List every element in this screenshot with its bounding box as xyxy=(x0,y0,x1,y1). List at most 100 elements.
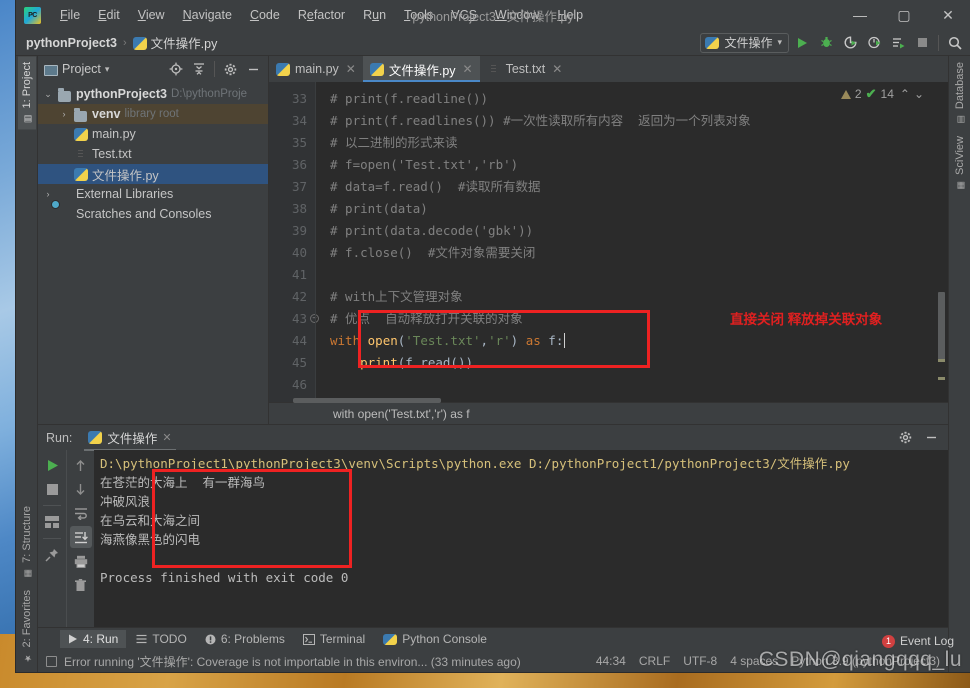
editor-breadcrumb-text[interactable]: with open('Test.txt','r') as f xyxy=(333,407,470,421)
menu-item-help[interactable]: Help xyxy=(548,5,592,25)
editor-tab-test-txt[interactable]: Test.txt ✕ xyxy=(480,56,570,82)
chevron-right-icon[interactable]: › xyxy=(42,189,54,199)
sidebar-item-favorites[interactable]: ★ 2: Favorites xyxy=(18,584,36,668)
close-icon[interactable]: ✕ xyxy=(552,62,562,76)
event-log-indicator[interactable]: 1 Event Log xyxy=(882,634,954,648)
menu-item-code[interactable]: Code xyxy=(241,5,289,25)
indent-setting[interactable]: 4 spaces xyxy=(730,654,778,668)
close-icon[interactable]: ✕ xyxy=(463,62,473,76)
close-icon[interactable]: ✕ xyxy=(346,62,356,76)
sidebar-item-sciview-label: SciView xyxy=(954,136,966,175)
bottom-tab-label: 6: Problems xyxy=(221,632,285,646)
sidebar-item-database[interactable]: ▥ Database xyxy=(951,56,969,130)
tree-row-main-py[interactable]: main.py xyxy=(38,124,268,144)
run-with-console-icon[interactable] xyxy=(887,33,909,53)
message-icon[interactable] xyxy=(46,656,57,667)
soft-wrap-icon[interactable] xyxy=(70,502,92,524)
scroll-to-end-icon[interactable] xyxy=(70,526,92,548)
file-encoding[interactable]: UTF-8 xyxy=(683,654,717,668)
down-arrow-icon[interactable] xyxy=(70,478,92,500)
settings-gear-icon[interactable] xyxy=(219,59,241,79)
up-arrow-icon[interactable] xyxy=(70,454,92,476)
bottom-tab-run[interactable]: 4: Run xyxy=(60,630,126,648)
run-coverage-icon[interactable] xyxy=(839,33,861,53)
sidebar-item-sciview[interactable]: ▦ SciView xyxy=(951,130,969,196)
close-icon[interactable]: ✕ xyxy=(162,431,171,444)
minimize-button[interactable]: — xyxy=(838,0,882,30)
tree-row-test-txt[interactable]: Test.txt xyxy=(38,144,268,164)
chevron-down-icon[interactable]: ▾ xyxy=(105,64,110,75)
bottom-tab-problems[interactable]: 6: Problems xyxy=(197,630,293,648)
tree-row-external-libraries[interactable]: › External Libraries xyxy=(38,184,268,204)
caret-position[interactable]: 44:34 xyxy=(596,654,626,668)
console-output-line: 在苍茫的大海上 有一群海鸟 xyxy=(100,473,948,492)
console-output-line: 海燕像黑色的闪电 xyxy=(100,530,948,549)
tree-row-pythonproject3[interactable]: ⌄ pythonProject3 D:\pythonProje xyxy=(38,84,268,104)
menu-item-edit[interactable]: Edit xyxy=(89,5,129,25)
menu-item-view[interactable]: View xyxy=(129,5,174,25)
run-console-output[interactable]: D:\pythonProject1\pythonProject3\venv\Sc… xyxy=(94,450,948,627)
project-panel-title: Project xyxy=(62,62,101,76)
trash-icon[interactable] xyxy=(70,574,92,596)
stop-icon[interactable] xyxy=(41,478,63,500)
editor-horizontal-scrollbar[interactable] xyxy=(269,397,501,403)
run-tab-wenjiancaozuo[interactable]: 文件操作 ✕ xyxy=(82,425,177,451)
chevron-right-icon[interactable]: › xyxy=(58,109,70,119)
breadcrumb-file[interactable]: 文件操作.py xyxy=(133,33,218,52)
line-separator[interactable]: CRLF xyxy=(639,654,670,668)
menu-item-tools[interactable]: Tools xyxy=(395,5,442,25)
prev-issue-icon[interactable]: ⌃ xyxy=(900,87,910,101)
tree-row-venv[interactable]: › venv library root xyxy=(38,104,268,124)
code-text-area[interactable]: # print(f.readline()) # print(f.readline… xyxy=(315,82,948,402)
menu-item-refactor[interactable]: Refactor xyxy=(289,5,354,25)
menu-item-navigate[interactable]: Navigate xyxy=(174,5,241,25)
breadcrumb-project[interactable]: pythonProject3 xyxy=(26,36,117,50)
line-number: 43− xyxy=(269,308,307,330)
code-editor[interactable]: 33 34 35 36 37 38 39 40 41 42 43− xyxy=(269,82,948,402)
hide-icon[interactable] xyxy=(242,59,264,79)
debug-icon[interactable] xyxy=(815,33,837,53)
editor-horizontal-scrollbar-thumb[interactable] xyxy=(293,398,441,403)
hide-icon[interactable] xyxy=(920,428,942,448)
menu-item-file[interactable]: File xyxy=(51,5,89,25)
inspection-widget[interactable]: 2 ✔ 14 ⌃ ⌄ xyxy=(841,86,924,102)
print-icon[interactable] xyxy=(70,550,92,572)
problems-icon xyxy=(205,634,216,645)
tree-label: Scratches and Consoles xyxy=(76,207,212,221)
layout-icon[interactable] xyxy=(41,511,63,533)
bottom-tab-python-console[interactable]: Python Console xyxy=(375,630,495,648)
bottom-tab-terminal[interactable]: Terminal xyxy=(295,630,373,648)
sidebar-item-project[interactable]: ▤ 1: Project xyxy=(18,56,36,129)
menu-item-run[interactable]: Run xyxy=(354,5,395,25)
next-issue-icon[interactable]: ⌄ xyxy=(914,87,924,101)
tree-path: D:\pythonProje xyxy=(171,88,247,100)
run-configuration-selector[interactable]: 文件操作 ▾ xyxy=(700,33,789,53)
editor-tab-main-py[interactable]: main.py ✕ xyxy=(269,56,363,82)
pin-icon[interactable] xyxy=(41,544,63,566)
locate-icon[interactable] xyxy=(165,59,187,79)
status-message[interactable]: Error running '文件操作': Coverage is not im… xyxy=(64,653,521,670)
profile-icon[interactable] xyxy=(863,33,885,53)
editor-scrollbar[interactable] xyxy=(937,86,946,398)
bottom-tab-label: 4: Run xyxy=(83,632,118,646)
menu-item-window[interactable]: Window xyxy=(486,5,548,25)
editor-scrollbar-thumb[interactable] xyxy=(938,292,945,360)
search-everywhere-icon[interactable] xyxy=(944,33,966,53)
bottom-tab-todo[interactable]: TODO xyxy=(128,630,194,648)
code-line-45: print(f.read()) xyxy=(330,352,948,374)
editor-tab-wenjiancaozuo-py[interactable]: 文件操作.py ✕ xyxy=(363,56,480,82)
maximize-button[interactable]: ▢ xyxy=(882,0,926,30)
python-interpreter[interactable]: Python 3.9 (pythonProject3) xyxy=(791,654,940,668)
settings-gear-icon[interactable] xyxy=(894,428,916,448)
sidebar-item-structure[interactable]: ▦ 7: Structure xyxy=(18,500,36,584)
tree-label: Test.txt xyxy=(92,147,132,161)
chevron-down-icon[interactable]: ⌄ xyxy=(42,89,54,100)
menu-item-vcs[interactable]: VCS xyxy=(442,5,486,25)
close-button[interactable]: ✕ xyxy=(926,0,970,30)
rerun-icon[interactable] xyxy=(41,454,63,476)
collapse-all-icon[interactable] xyxy=(188,59,210,79)
run-icon[interactable] xyxy=(791,33,813,53)
tree-row-scratches-and-consoles[interactable]: Scratches and Consoles xyxy=(38,204,268,224)
tree-row-wenjiancaozuo-py[interactable]: 文件操作.py xyxy=(38,164,268,184)
stop-icon[interactable] xyxy=(911,33,933,53)
